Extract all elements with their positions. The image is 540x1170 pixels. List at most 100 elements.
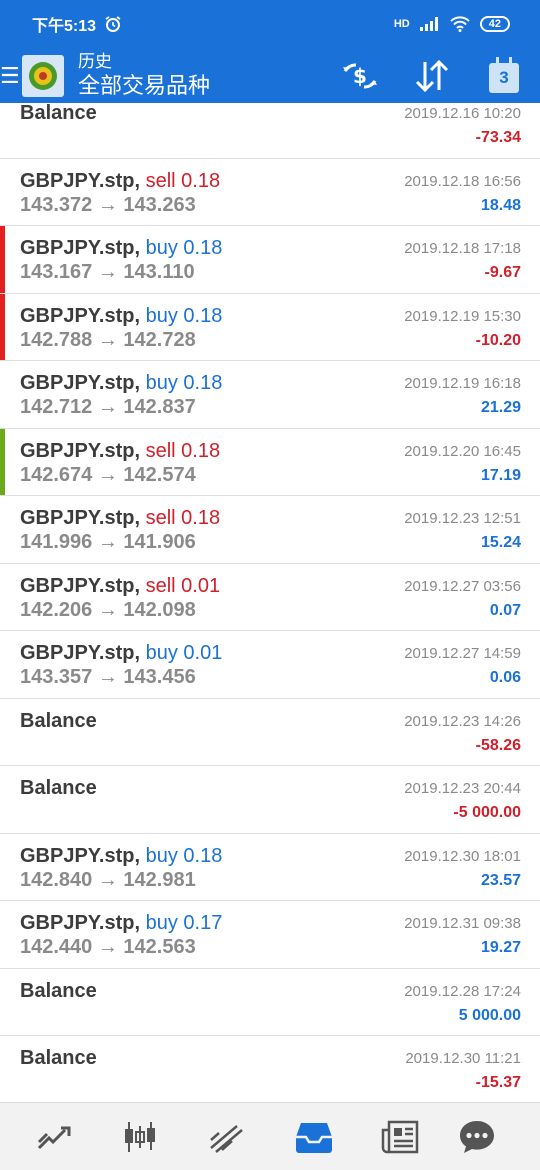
row-time: 2019.12.20 16:45 xyxy=(404,442,521,460)
balance-row[interactable]: Balance 2019.12.23 20:44 -5 000.00 xyxy=(0,766,540,834)
row-time: 2019.12.31 09:38 xyxy=(404,915,521,932)
symbol-filter[interactable]: 全部交易品种 xyxy=(78,72,210,100)
trade-row[interactable]: GBPJPY.stp, buy 0.18 143.167 → 143.110 201… xyxy=(0,226,540,294)
row-time: 2019.12.18 16:56 xyxy=(404,172,521,190)
alarm-icon xyxy=(105,16,121,32)
close-price: 142.728 xyxy=(123,328,196,351)
row-marker xyxy=(0,293,5,360)
calendar-button[interactable]: 3 xyxy=(484,56,524,96)
close-price: 142.574 xyxy=(123,463,196,486)
trade-symbol: GBPJPY.stp, xyxy=(20,642,141,664)
row-profit: -10.20 xyxy=(475,331,521,349)
trade-row[interactable]: GBPJPY.stp, buy 0.18 142.788 → 142.728 201… xyxy=(0,293,540,361)
trade-title: GBPJPY.stp, sell 0.18 xyxy=(20,439,220,463)
row-profit: -5 000.00 xyxy=(453,804,521,821)
trade-symbol: GBPJPY.stp, xyxy=(20,237,141,259)
nav-chat[interactable] xyxy=(455,1117,499,1157)
trade-side: sell 0.18 xyxy=(145,169,221,192)
open-price: 142.840 xyxy=(20,868,93,891)
chart-icon xyxy=(125,1122,155,1152)
nav-news[interactable] xyxy=(378,1117,422,1157)
close-price: 143.110 xyxy=(123,261,195,283)
balance-row[interactable]: Balance 2019.12.16 10:20 -73.34 xyxy=(0,103,540,159)
trade-prices: 143.372 → 143.263 xyxy=(20,193,196,216)
wifi-icon xyxy=(450,16,470,32)
row-time: 2019.12.19 16:18 xyxy=(404,375,521,392)
trade-title: GBPJPY.stp, buy 0.18 xyxy=(20,304,222,328)
sort-button[interactable] xyxy=(412,56,452,96)
trade-prices: 143.167 → 143.110 xyxy=(20,261,195,283)
history-icon xyxy=(296,1123,332,1153)
trade-title: GBPJPY.stp, buy 0.18 xyxy=(20,236,222,260)
row-time: 2019.12.16 10:20 xyxy=(404,105,521,122)
close-price: 142.098 xyxy=(123,598,196,621)
open-price: 142.206 xyxy=(20,598,93,621)
network-label: HD xyxy=(393,18,410,30)
trade-row[interactable]: GBPJPY.stp, sell 0.18 142.674 → 142.574 20… xyxy=(0,428,540,496)
row-time: 2019.12.30 18:01 xyxy=(404,847,521,865)
row-profit: -58.26 xyxy=(475,736,521,754)
trade-symbol: GBPJPY.stp, xyxy=(20,372,141,394)
row-profit: 0.07 xyxy=(489,601,521,619)
trade-prices: 142.712 → 142.837 xyxy=(20,396,196,418)
balance-label: Balance xyxy=(20,979,97,1002)
trade-symbol: GBPJPY.stp, xyxy=(20,169,141,192)
close-price: 142.981 xyxy=(123,868,196,891)
trade-row[interactable]: GBPJPY.stp, buy 0.17 142.440 → 142.563 201… xyxy=(0,901,540,969)
trade-prices: 143.357 → 143.456 xyxy=(20,666,196,688)
trade-side: buy 0.18 xyxy=(145,304,223,327)
open-price: 142.788 xyxy=(20,328,93,351)
balance-row[interactable]: Balance 2019.12.28 17:24 5 000.00 xyxy=(0,969,540,1036)
row-time: 2019.12.27 03:56 xyxy=(404,577,521,595)
row-time: 2019.12.28 17:24 xyxy=(404,982,521,1000)
row-profit: -15.37 xyxy=(475,1074,521,1091)
signal-icon xyxy=(419,17,438,31)
trade-row[interactable]: GBPJPY.stp, sell 0.01 142.206 → 142.098 20… xyxy=(0,564,540,631)
trade-row[interactable]: GBPJPY.stp, sell 0.18 143.372 → 143.263 20… xyxy=(0,159,540,226)
menu-icon[interactable]: ☰ xyxy=(0,64,20,87)
trade-prices: 141.996 → 141.906 xyxy=(20,531,196,553)
row-profit: 19.27 xyxy=(480,939,521,956)
trade-icon xyxy=(210,1125,243,1153)
row-time: 2019.12.30 11:21 xyxy=(405,1050,521,1067)
nav-chart[interactable] xyxy=(118,1117,162,1157)
deposit-button[interactable]: $ xyxy=(340,56,380,96)
trade-row[interactable]: GBPJPY.stp, buy 0.01 143.357 → 143.456 201… xyxy=(0,631,540,699)
close-price: 142.837 xyxy=(123,396,196,418)
trade-side: buy 0.18 xyxy=(145,372,223,394)
status-bar: 下午5:13 HD 42 xyxy=(0,0,540,48)
nav-history[interactable] xyxy=(292,1117,336,1157)
trade-symbol: GBPJPY.stp, xyxy=(20,574,141,597)
nav-trade[interactable] xyxy=(205,1117,249,1157)
open-price: 143.372 xyxy=(20,193,93,216)
trade-symbol: GBPJPY.stp, xyxy=(20,912,141,934)
trade-prices: 142.440 → 142.563 xyxy=(20,936,196,958)
trade-symbol: GBPJPY.stp, xyxy=(20,304,141,327)
chat-icon xyxy=(460,1121,494,1153)
row-profit: 18.48 xyxy=(480,196,521,214)
trade-row[interactable]: GBPJPY.stp, buy 0.18 142.712 → 142.837 201… xyxy=(0,361,540,429)
balance-row[interactable]: Balance 2019.12.30 11:21 -15.37 xyxy=(0,1036,540,1102)
trade-prices: 142.206 → 142.098 xyxy=(20,598,196,621)
calendar-icon: 3 xyxy=(489,57,519,93)
close-price: 141.906 xyxy=(123,531,196,553)
status-time: 下午5:13 xyxy=(32,18,97,35)
trade-row[interactable]: GBPJPY.stp, sell 0.18 141.996 → 141.906 20… xyxy=(0,496,540,564)
open-price: 141.996 xyxy=(20,531,93,553)
balance-row[interactable]: Balance 2019.12.23 14:26 -58.26 xyxy=(0,699,540,766)
nav-quotes[interactable] xyxy=(32,1117,76,1157)
trade-title: GBPJPY.stp, buy 0.17 xyxy=(20,911,222,935)
trade-title: GBPJPY.stp, buy 0.01 xyxy=(20,641,222,665)
news-icon xyxy=(381,1120,419,1154)
row-profit: -9.67 xyxy=(484,264,521,281)
row-profit: 5 000.00 xyxy=(458,1006,521,1024)
row-time: 2019.12.27 14:59 xyxy=(404,645,521,662)
trade-row[interactable]: GBPJPY.stp, buy 0.18 142.840 → 142.981 201… xyxy=(0,834,540,901)
history-list[interactable]: Balance 2019.12.16 10:20 -73.34 GBPJPY.stp,… xyxy=(0,103,540,1102)
trade-side: buy 0.17 xyxy=(145,912,223,934)
trade-symbol: GBPJPY.stp, xyxy=(20,844,141,867)
close-price: 142.563 xyxy=(123,936,196,958)
row-time: 2019.12.18 17:18 xyxy=(404,240,521,257)
trade-title: GBPJPY.stp, sell 0.18 xyxy=(20,169,220,193)
row-profit: 15.24 xyxy=(480,534,521,551)
